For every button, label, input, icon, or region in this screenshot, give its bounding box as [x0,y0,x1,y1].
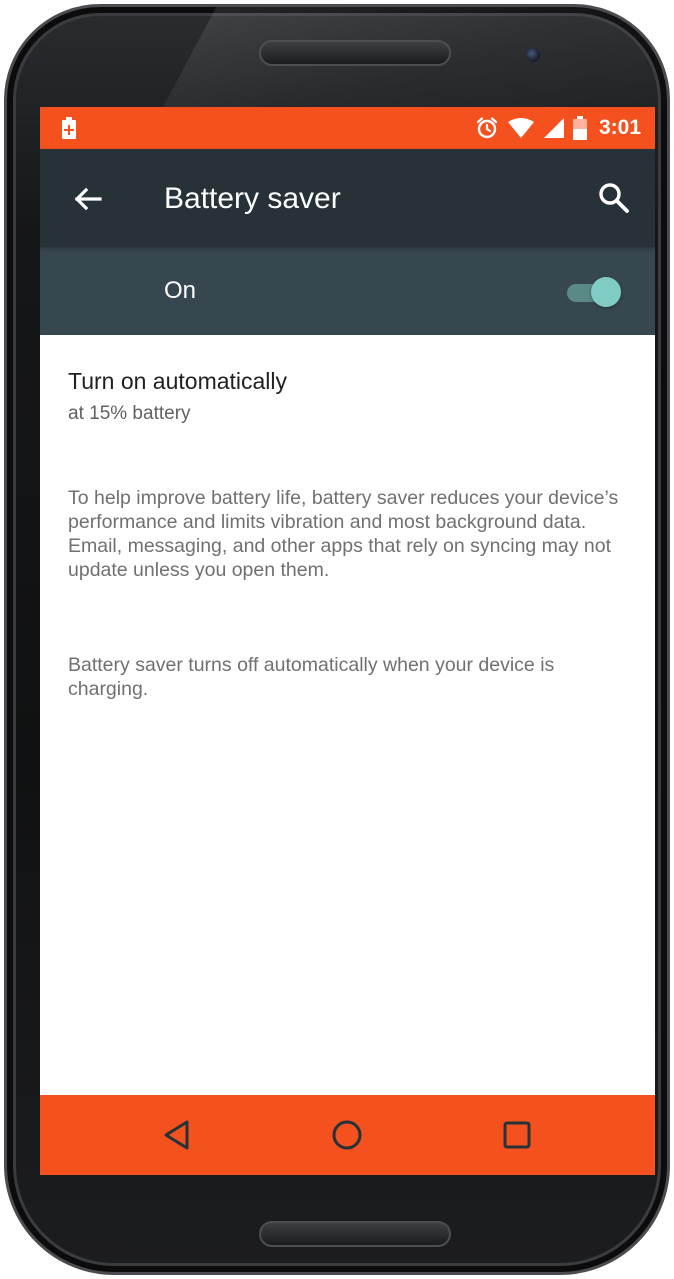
alarm-icon [476,117,498,139]
screen: 3:01 Battery saver On Turn on automatica… [40,107,655,1175]
status-bar: 3:01 [40,107,655,149]
status-icons: 3:01 [475,107,641,149]
nav-back-button[interactable] [157,1115,197,1155]
setting-title: Turn on automatically [68,368,288,394]
cellular-signal-icon [543,118,564,138]
turn-on-automatically-setting[interactable]: Turn on automatically at 15% battery [40,335,655,445]
nav-home-button[interactable] [327,1115,367,1155]
nav-recents-button[interactable] [497,1115,537,1155]
settings-content: Turn on automatically at 15% battery To … [40,335,655,1095]
toggle-thumb [591,277,621,307]
recents-square-icon [503,1121,531,1149]
setting-summary: at 15% battery [68,403,191,424]
front-camera [526,48,540,62]
battery-icon [572,116,587,140]
wifi-icon [507,118,534,138]
master-switch-label: On [164,277,197,304]
back-triangle-icon [164,1120,189,1150]
search-icon[interactable] [595,179,633,217]
battery-saver-notification-icon [62,117,76,139]
battery-saver-toggle[interactable] [567,277,621,307]
master-switch-bar[interactable]: On [40,247,655,335]
earpiece-speaker [259,40,451,66]
navigation-bar [40,1095,655,1175]
bottom-speaker [259,1221,451,1247]
charging-note: Battery saver turns off automatically wh… [68,654,555,700]
arrow-left-icon[interactable] [70,181,106,217]
battery-saver-description: To help improve battery life, battery sa… [68,487,619,581]
home-circle-icon [332,1120,362,1150]
page-title: Battery saver [164,182,341,215]
status-time: 3:01 [598,116,641,139]
toolbar: Battery saver [40,149,655,247]
